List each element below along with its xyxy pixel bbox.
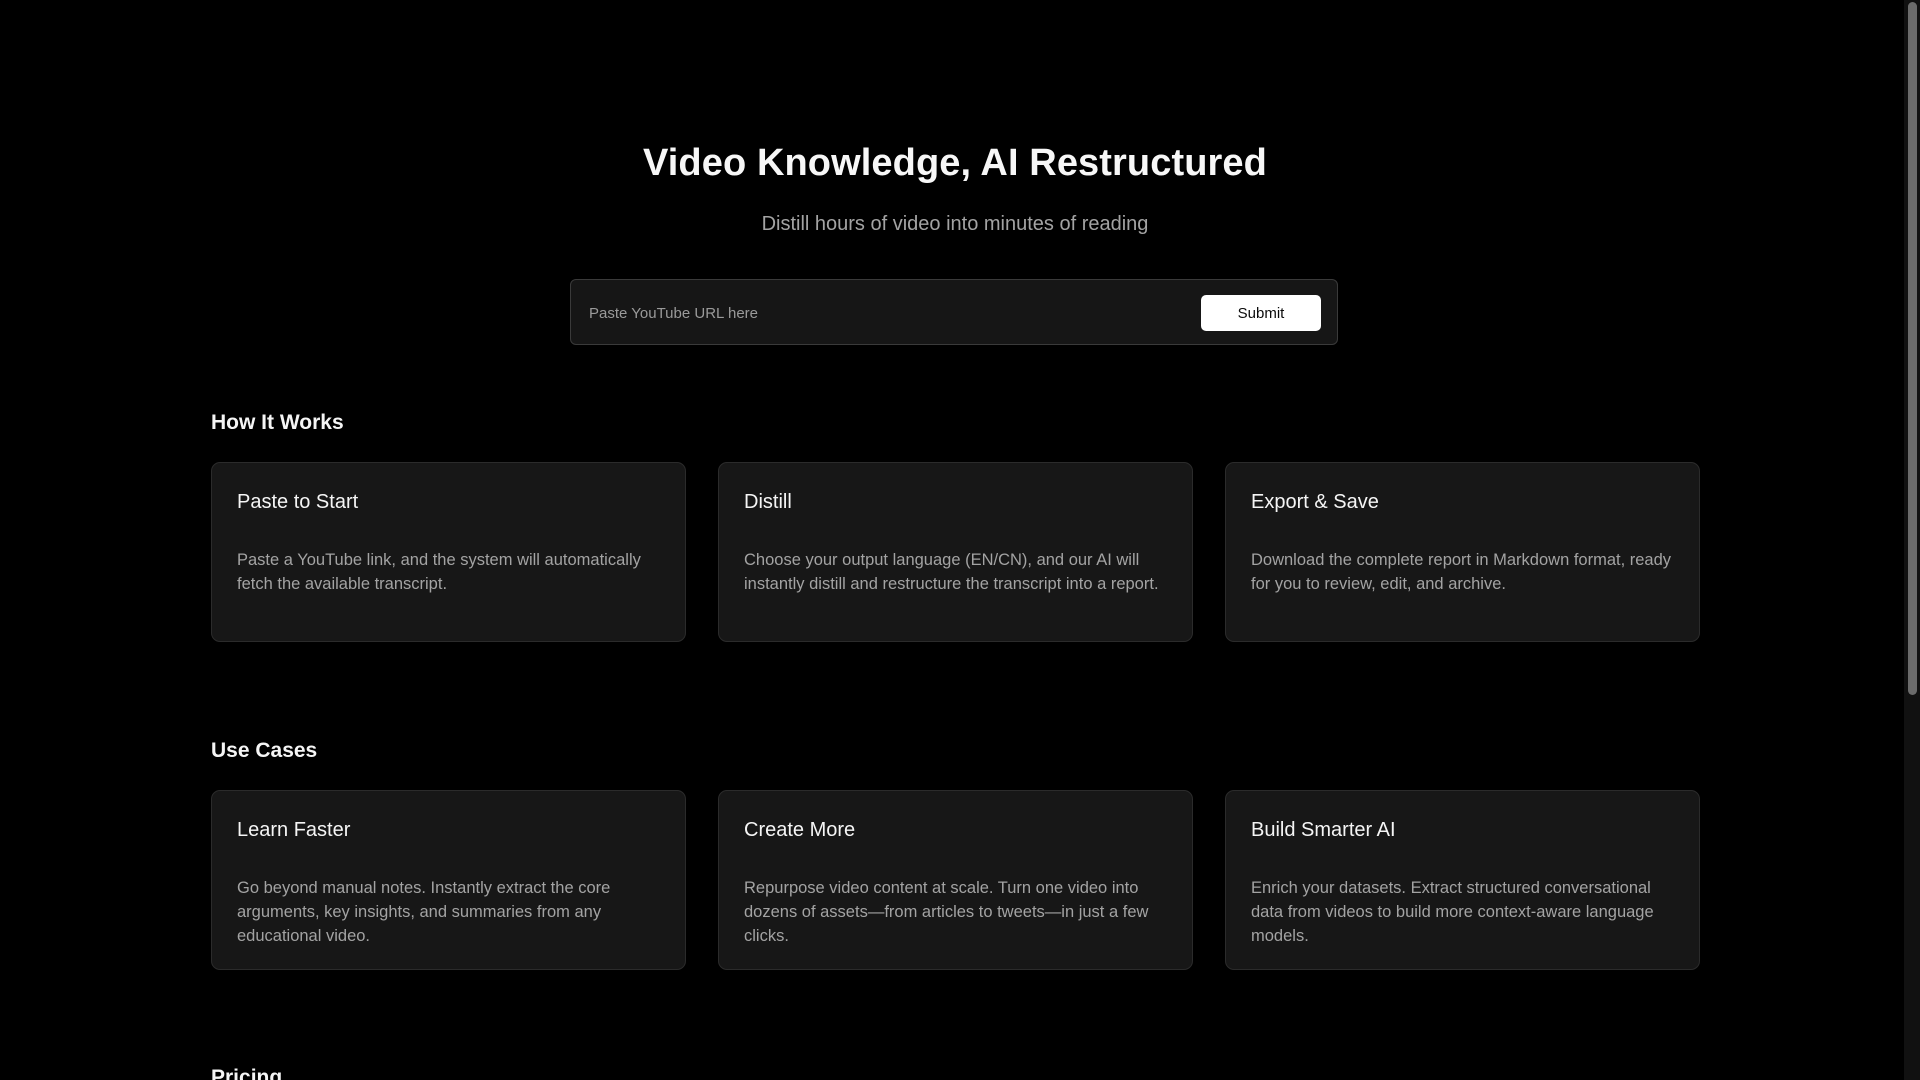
card-body: Download the complete report in Markdown… — [1251, 551, 1672, 593]
hero-title: Video Knowledge, AI Restructured — [643, 142, 1267, 184]
page-viewport: Video Knowledge, AI Restructured Distill… — [0, 0, 1920, 1080]
youtube-url-form: Submit — [570, 279, 1338, 345]
pricing-heading: Pricing — [211, 1066, 283, 1080]
card-title: Learn Faster — [237, 819, 351, 841]
card-body: Paste a YouTube link, and the system wil… — [237, 551, 641, 593]
use-case-card-learn: Learn Faster Go beyond manual notes. Ins… — [211, 790, 686, 970]
card-body: Repurpose video content at scale. Turn o… — [744, 879, 1149, 945]
how-it-works-cards: Paste to Start Paste a YouTube link, and… — [211, 462, 1700, 642]
youtube-url-input[interactable] — [587, 292, 1171, 334]
how-it-works-heading: How It Works — [211, 411, 344, 434]
submit-button[interactable]: Submit — [1201, 295, 1321, 331]
card-body: Enrich your datasets. Extract structured… — [1251, 879, 1654, 945]
card-title: Export & Save — [1251, 491, 1379, 513]
use-case-card-create: Create More Repurpose video content at s… — [718, 790, 1193, 970]
scrollbar-track[interactable] — [1904, 0, 1920, 1080]
use-cases-cards: Learn Faster Go beyond manual notes. Ins… — [211, 790, 1700, 970]
card-title: Create More — [744, 819, 856, 841]
scrollbar-thumb[interactable] — [1908, 2, 1917, 695]
card-title: Paste to Start — [237, 491, 359, 513]
how-it-works-card-distill: Distill Choose your output language (EN/… — [718, 462, 1193, 642]
use-case-card-build: Build Smarter AI Enrich your datasets. E… — [1225, 790, 1700, 970]
hero-subtitle: Distill hours of video into minutes of r… — [761, 213, 1149, 235]
how-it-works-card-export: Export & Save Download the complete repo… — [1225, 462, 1700, 642]
use-cases-heading: Use Cases — [211, 739, 318, 762]
card-title: Build Smarter AI — [1251, 819, 1396, 841]
card-body: Go beyond manual notes. Instantly extrac… — [237, 879, 611, 945]
card-title: Distill — [744, 491, 792, 513]
card-body: Choose your output language (EN/CN), and… — [744, 551, 1159, 593]
how-it-works-card-paste: Paste to Start Paste a YouTube link, and… — [211, 462, 686, 642]
